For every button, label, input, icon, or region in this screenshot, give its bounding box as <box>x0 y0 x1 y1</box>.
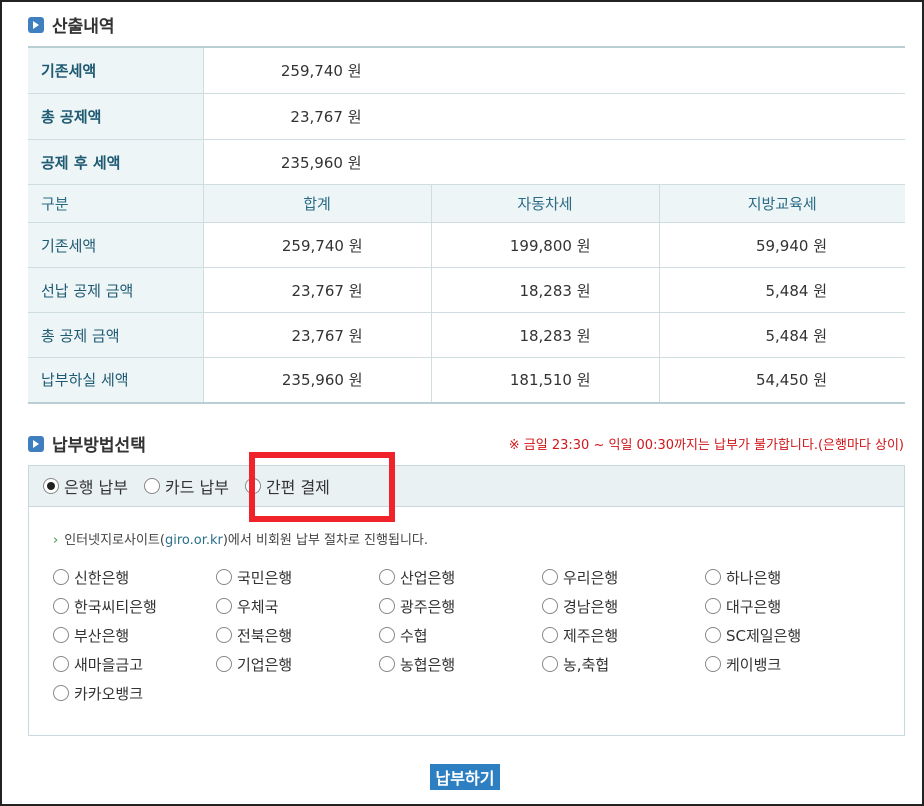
row-label: 기존세액 <box>28 222 204 268</box>
bank-radio[interactable] <box>542 598 558 614</box>
summary-amount: 235,960 원 <box>280 153 362 172</box>
bank-option[interactable]: 농,축협 <box>542 654 705 674</box>
bank-radio[interactable] <box>705 627 721 643</box>
bank-radio[interactable] <box>542 627 558 643</box>
bank-option[interactable]: 케이뱅크 <box>705 654 868 674</box>
header-total: 합계 <box>203 184 432 223</box>
payment-method-tabs: 은행 납부 카드 납부 간편 결제 <box>28 465 905 507</box>
summary-table: 기존세액 259,740 원 총 공제액 23,767 원 공제 후 세액 23… <box>28 46 905 186</box>
bank-option[interactable]: 우체국 <box>216 596 379 616</box>
bank-option[interactable]: 기업은행 <box>216 654 379 674</box>
row-car-tax: 18,283 원 <box>431 267 660 313</box>
row-car-tax: 199,800 원 <box>431 222 660 268</box>
bank-option[interactable]: 산업은행 <box>379 567 542 587</box>
row-car-tax: 181,510 원 <box>431 357 660 404</box>
bank-option[interactable]: 부산은행 <box>53 625 216 645</box>
table-row: 선납 공제 금액 23,767 원 18,283 원 5,484 원 <box>28 267 905 313</box>
bank-option[interactable]: 수협 <box>379 625 542 645</box>
row-edu-tax: 5,484 원 <box>659 267 905 313</box>
tab-bank-payment[interactable]: 은행 납부 <box>43 474 128 498</box>
summary-amount: 23,767 원 <box>290 107 362 126</box>
bank-radio[interactable] <box>216 598 232 614</box>
bank-option[interactable]: 신한은행 <box>53 567 216 587</box>
row-total: 23,767 원 <box>203 267 432 313</box>
tab-card-payment[interactable]: 카드 납부 <box>143 474 229 498</box>
bank-radio[interactable] <box>216 656 232 672</box>
row-total: 23,767 원 <box>203 312 432 358</box>
pay-button[interactable]: 납부하기 <box>430 764 500 790</box>
bank-option[interactable]: 한국씨티은행 <box>53 596 216 616</box>
bank-option[interactable]: 경남은행 <box>542 596 705 616</box>
row-edu-tax: 59,940 원 <box>659 222 905 268</box>
bank-option[interactable]: SC제일은행 <box>705 625 868 645</box>
summary-row: 기존세액 259,740 원 <box>28 47 905 94</box>
header-edu-tax: 지방교육세 <box>659 184 905 223</box>
bank-radio[interactable] <box>216 627 232 643</box>
bank-radio[interactable] <box>216 569 232 585</box>
bank-list: 신한은행 국민은행 산업은행 우리은행 하나은행 한국씨티은행 우체국 광주은행… <box>53 567 883 703</box>
bank-radio[interactable] <box>53 627 69 643</box>
row-total: 259,740 원 <box>203 222 432 268</box>
section-title-calculation: 산출내역 <box>28 12 115 37</box>
bank-radio[interactable] <box>542 656 558 672</box>
header-category: 구분 <box>28 184 204 223</box>
table-row: 납부하실 세액 235,960 원 181,510 원 54,450 원 <box>28 357 905 404</box>
row-car-tax: 18,283 원 <box>431 312 660 358</box>
bank-radio[interactable] <box>542 569 558 585</box>
bank-radio[interactable] <box>379 627 395 643</box>
row-edu-tax: 54,450 원 <box>659 357 905 404</box>
bank-radio[interactable] <box>53 685 69 701</box>
bank-option[interactable]: 대구은행 <box>705 596 868 616</box>
bank-radio[interactable] <box>379 569 395 585</box>
bank-option[interactable]: 제주은행 <box>542 625 705 645</box>
bank-radio[interactable] <box>53 598 69 614</box>
bank-option[interactable]: 하나은행 <box>705 567 868 587</box>
summary-label: 총 공제액 <box>28 93 204 140</box>
section-title-text: 납부방법선택 <box>52 436 146 456</box>
row-total: 235,960 원 <box>203 357 432 404</box>
radio-card-payment[interactable] <box>143 478 160 494</box>
detail-header-row: 구분 합계 자동차세 지방교육세 <box>28 184 905 223</box>
bank-selection-panel: › 인터넷지로사이트(giro.or.kr)에서 비회원 납부 절차로 진행됩니다… <box>28 507 905 736</box>
info-text: › 인터넷지로사이트(giro.or.kr)에서 비회원 납부 절차로 진행됩니다… <box>53 533 428 548</box>
arrow-right-icon <box>28 435 44 452</box>
table-row: 총 공제 금액 23,767 원 18,283 원 5,484 원 <box>28 312 905 358</box>
bank-option[interactable]: 새마을금고 <box>53 654 216 674</box>
row-label: 총 공제 금액 <box>28 312 204 358</box>
bank-option[interactable]: 우리은행 <box>542 567 705 587</box>
bank-radio[interactable] <box>379 598 395 614</box>
bank-radio[interactable] <box>53 656 69 672</box>
giro-site-link[interactable]: giro.or.kr <box>165 533 223 548</box>
arrow-right-icon <box>28 16 44 33</box>
detail-table: 구분 합계 자동차세 지방교육세 기존세액 259,740 원 199,800 … <box>28 184 905 404</box>
section-title-payment-method: 납부방법선택 <box>28 431 146 456</box>
summary-label: 공제 후 세액 <box>28 139 204 186</box>
summary-amount: 259,740 원 <box>280 61 362 80</box>
bank-option[interactable]: 전북은행 <box>216 625 379 645</box>
bank-option[interactable]: 농협은행 <box>379 654 542 674</box>
row-label: 납부하실 세액 <box>28 357 204 404</box>
summary-row: 총 공제액 23,767 원 <box>28 93 905 140</box>
bank-option[interactable]: 카카오뱅크 <box>53 683 216 703</box>
row-label: 선납 공제 금액 <box>28 267 204 313</box>
radio-bank-payment[interactable] <box>43 478 59 494</box>
bank-radio[interactable] <box>379 656 395 672</box>
bank-option[interactable]: 국민은행 <box>216 567 379 587</box>
summary-row: 공제 후 세액 235,960 원 <box>28 139 905 186</box>
bank-radio[interactable] <box>705 656 721 672</box>
section-title-text: 산출내역 <box>52 17 115 37</box>
table-row: 기존세액 259,740 원 199,800 원 59,940 원 <box>28 222 905 268</box>
bank-radio[interactable] <box>705 598 721 614</box>
bank-option[interactable]: 광주은행 <box>379 596 542 616</box>
bank-radio[interactable] <box>705 569 721 585</box>
bank-radio[interactable] <box>53 569 69 585</box>
bullet-arrow-icon: › <box>53 533 59 548</box>
payment-notice: ※ 금일 23:30 ~ 익일 00:30까지는 납부가 불가합니다.(은행마다… <box>508 438 904 453</box>
summary-label: 기존세액 <box>28 47 204 94</box>
header-car-tax: 자동차세 <box>431 184 660 223</box>
row-edu-tax: 5,484 원 <box>659 312 905 358</box>
